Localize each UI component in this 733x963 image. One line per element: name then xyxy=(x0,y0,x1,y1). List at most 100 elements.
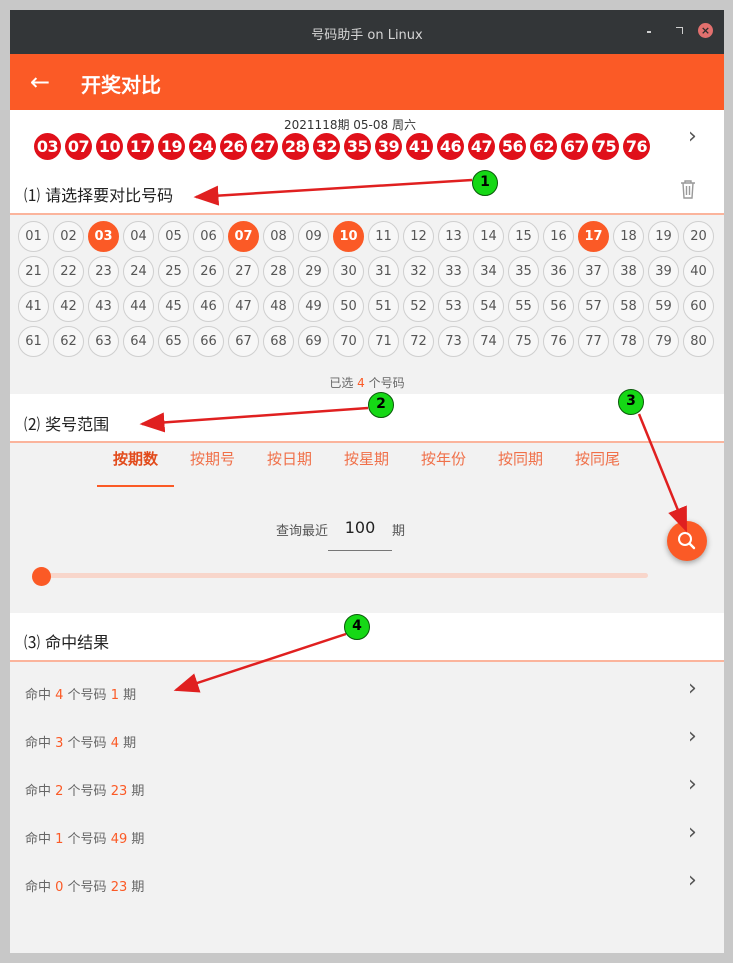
number-ball[interactable]: 20 xyxy=(683,221,714,252)
number-ball[interactable]: 34 xyxy=(473,256,504,287)
number-ball[interactable]: 44 xyxy=(123,291,154,322)
number-ball[interactable]: 26 xyxy=(193,256,224,287)
tab-range-option[interactable]: 按期数 xyxy=(97,443,174,487)
number-ball[interactable]: 53 xyxy=(438,291,469,322)
number-ball[interactable]: 01 xyxy=(18,221,49,252)
number-ball[interactable]: 25 xyxy=(158,256,189,287)
number-ball[interactable]: 37 xyxy=(578,256,609,287)
number-ball[interactable]: 55 xyxy=(508,291,539,322)
result-row[interactable]: 命中 4 个号码 1 期 › xyxy=(10,662,724,710)
number-ball[interactable]: 18 xyxy=(613,221,644,252)
number-ball[interactable]: 52 xyxy=(403,291,434,322)
number-ball[interactable]: 02 xyxy=(53,221,84,252)
number-ball[interactable]: 11 xyxy=(368,221,399,252)
search-button[interactable] xyxy=(667,521,707,561)
number-ball[interactable]: 65 xyxy=(158,326,189,357)
number-ball[interactable]: 60 xyxy=(683,291,714,322)
chevron-right-icon[interactable]: › xyxy=(688,820,697,845)
number-ball[interactable]: 28 xyxy=(263,256,294,287)
number-ball[interactable]: 69 xyxy=(298,326,329,357)
number-ball[interactable]: 38 xyxy=(613,256,644,287)
number-ball[interactable]: 50 xyxy=(333,291,364,322)
number-ball[interactable]: 62 xyxy=(53,326,84,357)
number-ball[interactable]: 08 xyxy=(263,221,294,252)
number-ball[interactable]: 21 xyxy=(18,256,49,287)
number-ball[interactable]: 76 xyxy=(543,326,574,357)
number-ball[interactable]: 12 xyxy=(403,221,434,252)
number-ball[interactable]: 78 xyxy=(613,326,644,357)
number-ball[interactable]: 63 xyxy=(88,326,119,357)
number-ball[interactable]: 15 xyxy=(508,221,539,252)
number-ball[interactable]: 70 xyxy=(333,326,364,357)
chevron-right-icon[interactable]: › xyxy=(688,676,697,701)
number-ball[interactable]: 04 xyxy=(123,221,154,252)
number-ball[interactable]: 22 xyxy=(53,256,84,287)
number-ball-selected[interactable]: 17 xyxy=(578,221,609,252)
number-ball[interactable]: 75 xyxy=(508,326,539,357)
result-row[interactable]: 命中 1 个号码 49 期 › xyxy=(10,806,724,854)
number-ball[interactable]: 45 xyxy=(158,291,189,322)
number-ball[interactable]: 24 xyxy=(123,256,154,287)
number-ball[interactable]: 09 xyxy=(298,221,329,252)
number-ball[interactable]: 29 xyxy=(298,256,329,287)
number-ball[interactable]: 73 xyxy=(438,326,469,357)
number-ball[interactable]: 36 xyxy=(543,256,574,287)
number-ball-selected[interactable]: 07 xyxy=(228,221,259,252)
number-ball[interactable]: 23 xyxy=(88,256,119,287)
number-ball[interactable]: 57 xyxy=(578,291,609,322)
number-ball[interactable]: 56 xyxy=(543,291,574,322)
number-ball[interactable]: 27 xyxy=(228,256,259,287)
number-ball[interactable]: 35 xyxy=(508,256,539,287)
chevron-right-icon[interactable]: › xyxy=(688,124,697,149)
number-ball[interactable]: 47 xyxy=(228,291,259,322)
number-ball[interactable]: 67 xyxy=(228,326,259,357)
result-row[interactable]: 命中 3 个号码 4 期 › xyxy=(10,710,724,758)
tab-range-option[interactable]: 按同尾 xyxy=(559,443,636,487)
maximize-button[interactable] xyxy=(672,23,688,39)
tab-range-option[interactable]: 按同期 xyxy=(482,443,559,487)
number-ball[interactable]: 51 xyxy=(368,291,399,322)
number-ball[interactable]: 19 xyxy=(648,221,679,252)
slider-handle[interactable] xyxy=(32,567,51,586)
arrow-left-icon[interactable]: ← xyxy=(26,68,54,96)
number-ball[interactable]: 77 xyxy=(578,326,609,357)
result-row[interactable]: 命中 0 个号码 23 期 › xyxy=(10,854,724,902)
number-ball[interactable]: 71 xyxy=(368,326,399,357)
tab-range-option[interactable]: 按年份 xyxy=(405,443,482,487)
number-ball[interactable]: 54 xyxy=(473,291,504,322)
number-ball[interactable]: 06 xyxy=(193,221,224,252)
number-ball-selected[interactable]: 10 xyxy=(333,221,364,252)
tab-range-option[interactable]: 按日期 xyxy=(251,443,328,487)
number-ball[interactable]: 13 xyxy=(438,221,469,252)
number-ball[interactable]: 42 xyxy=(53,291,84,322)
period-slider[interactable] xyxy=(43,573,648,578)
period-count-input[interactable]: 100 xyxy=(328,515,392,551)
chevron-right-icon[interactable]: › xyxy=(688,868,697,893)
number-ball[interactable]: 58 xyxy=(613,291,644,322)
number-ball[interactable]: 40 xyxy=(683,256,714,287)
number-ball[interactable]: 14 xyxy=(473,221,504,252)
number-ball[interactable]: 46 xyxy=(193,291,224,322)
number-ball[interactable]: 30 xyxy=(333,256,364,287)
number-ball-selected[interactable]: 03 xyxy=(88,221,119,252)
number-ball[interactable]: 49 xyxy=(298,291,329,322)
chevron-right-icon[interactable]: › xyxy=(688,724,697,749)
number-ball[interactable]: 80 xyxy=(683,326,714,357)
number-ball[interactable]: 64 xyxy=(123,326,154,357)
number-ball[interactable]: 48 xyxy=(263,291,294,322)
minimize-button[interactable] xyxy=(642,23,658,39)
number-ball[interactable]: 72 xyxy=(403,326,434,357)
result-row[interactable]: 命中 2 个号码 23 期 › xyxy=(10,758,724,806)
number-ball[interactable]: 05 xyxy=(158,221,189,252)
latest-draw-card[interactable]: 2021118期 05-08 周六 03 07 10 17 19 24 26 27 28 32 35… xyxy=(10,110,724,166)
number-ball[interactable]: 43 xyxy=(88,291,119,322)
number-ball[interactable]: 16 xyxy=(543,221,574,252)
tab-range-option[interactable]: 按星期 xyxy=(328,443,405,487)
number-ball[interactable]: 32 xyxy=(403,256,434,287)
number-ball[interactable]: 41 xyxy=(18,291,49,322)
number-ball[interactable]: 61 xyxy=(18,326,49,357)
number-ball[interactable]: 74 xyxy=(473,326,504,357)
number-ball[interactable]: 31 xyxy=(368,256,399,287)
number-ball[interactable]: 68 xyxy=(263,326,294,357)
trash-icon[interactable] xyxy=(678,178,698,200)
